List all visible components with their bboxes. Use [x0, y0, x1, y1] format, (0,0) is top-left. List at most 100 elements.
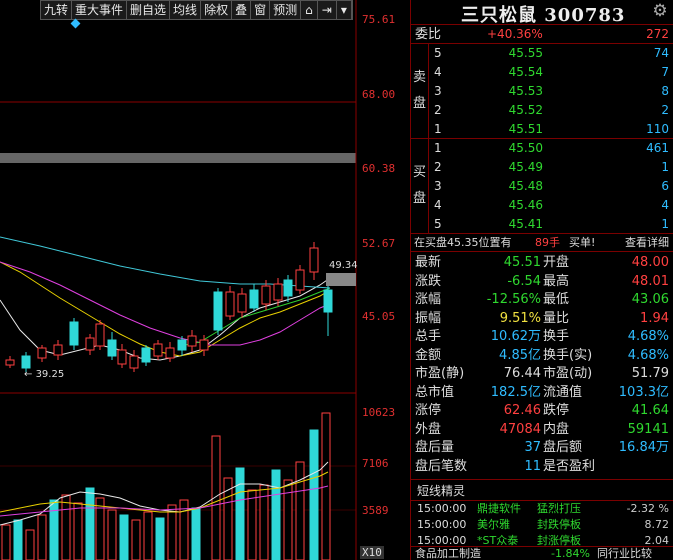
quote-key: 最新 — [415, 255, 442, 270]
pin-icon[interactable]: ⇥ — [318, 1, 337, 19]
buy-level-volume: 461 — [646, 141, 669, 155]
volume-unit-label: X10 — [360, 546, 384, 559]
volume-bar — [235, 467, 245, 560]
candle-body — [153, 343, 163, 357]
kline-chart[interactable]: 49.34 ← 39.25 九转 重大事件 删自选 均线 除权 叠 窗 预测 ⌂… — [0, 0, 410, 560]
industry-name[interactable]: 食品加工制造 — [415, 547, 481, 560]
quote-value: 76.44 — [503, 366, 541, 381]
candle-body — [295, 269, 305, 291]
alert-action: 买单! — [569, 236, 596, 249]
price-axis-label: 75.61 — [362, 13, 396, 26]
candle-body — [177, 339, 187, 351]
quote-value: 16.84万 — [618, 440, 669, 455]
kline-canvas[interactable]: 49.34 ← 39.25 — [0, 0, 410, 560]
quote-key: 流通值 — [543, 384, 583, 400]
candle-body — [261, 285, 271, 305]
sell-level-row[interactable]: 3 45.53 8 — [429, 82, 673, 101]
quote-value: 10.62万 — [490, 329, 541, 344]
stock-header: 三只松鼠 300783 ⚙ — [411, 0, 673, 27]
buy-level-row[interactable]: 5 45.41 1 — [429, 215, 673, 234]
candle-body — [21, 355, 31, 369]
elf-time: 15:00:00 — [417, 518, 467, 531]
quote-key: 振幅 — [415, 310, 442, 326]
buy-level-row[interactable]: 4 45.46 4 — [429, 196, 673, 215]
volume-axis-label: 10623 — [362, 406, 396, 419]
sell-level-row[interactable]: 4 45.54 7 — [429, 63, 673, 82]
toolbar-item-remove-watchlist[interactable]: 删自选 — [127, 1, 171, 19]
volume-bar — [61, 494, 71, 560]
quote-key: 跌停 — [543, 403, 570, 418]
sell-level-price: 45.53 — [508, 84, 543, 98]
sell-level-row[interactable]: 5 45.55 74 — [429, 44, 673, 63]
quote-value: 59141 — [627, 421, 669, 437]
toolbar-item-ex-rights[interactable]: 除权 — [201, 1, 233, 19]
lock-icon[interactable]: ⌂ — [301, 1, 318, 19]
candle-body — [249, 289, 259, 309]
candle-body — [85, 337, 95, 351]
candle-body — [53, 344, 63, 356]
quote-row: 总市值 182.5亿 流通值 103.3亿 — [411, 384, 673, 403]
toolbar-item-jiuzhuan[interactable]: 九转 — [41, 1, 73, 19]
buy-level-volume: 1 — [661, 160, 669, 174]
buy-level-row[interactable]: 3 45.48 6 — [429, 177, 673, 196]
buy-level-volume: 4 — [661, 198, 669, 212]
buy-side-label: 买盘 — [411, 139, 429, 233]
sell-level-price: 45.55 — [508, 46, 543, 60]
quote-key: 外盘 — [415, 421, 442, 437]
current-price-marker — [326, 273, 356, 286]
quote-key: 总市值 — [415, 384, 455, 400]
weibi-diff: 272 — [646, 27, 669, 41]
sell-level-price: 45.52 — [508, 103, 543, 117]
volume-bar — [25, 529, 35, 560]
candle-body — [141, 347, 151, 363]
volume-bar — [85, 487, 95, 560]
sell-level-row[interactable]: 1 45.51 110 — [429, 120, 673, 139]
stock-title[interactable]: 三只松鼠 300783 — [461, 1, 625, 27]
gear-icon[interactable]: ⚙ — [651, 2, 669, 20]
quote-row: 振幅 9.51% 量比 1.94 — [411, 310, 673, 329]
sell-level-row[interactable]: 2 45.52 2 — [429, 101, 673, 120]
volume-bar — [167, 504, 177, 560]
volume-bar — [119, 514, 129, 560]
quote-value: 47084 — [499, 421, 541, 437]
buy-level-row[interactable]: 2 45.49 1 — [429, 158, 673, 177]
quote-value: 103.3亿 — [618, 384, 669, 400]
buy-level-row[interactable]: 1 45.50 461 — [429, 139, 673, 158]
sell-level-volume: 74 — [653, 46, 669, 60]
toolbar-item-window[interactable]: 窗 — [251, 1, 271, 19]
quote-value: 182.5亿 — [490, 384, 541, 400]
toolbar-item-moving-average[interactable]: 均线 — [170, 1, 202, 19]
volume-bar — [191, 507, 201, 560]
short-term-elf-title[interactable]: 短线精灵 — [411, 479, 673, 501]
quote-key: 总手 — [415, 329, 442, 344]
price-axis-label: 60.38 — [362, 162, 396, 175]
toolbar-item-overlay[interactable]: 叠 — [232, 1, 252, 19]
elf-list-item[interactable]: 15:00:00 鼎捷软件 猛烈打压 -2.32 % — [411, 501, 673, 517]
sell-level-index: 3 — [434, 84, 442, 98]
quote-key: 是否盈利 — [543, 458, 596, 474]
sell-level-price: 45.51 — [508, 122, 543, 136]
price-axis-label: 68.00 — [362, 88, 396, 101]
view-detail-link[interactable]: 查看详细 — [625, 234, 669, 252]
quote-value: 4.68% — [627, 347, 669, 363]
toolbar-item-forecast[interactable]: 预测 — [270, 1, 302, 19]
sell-level-volume: 8 — [661, 84, 669, 98]
toolbar-item-major-events[interactable]: 重大事件 — [72, 1, 128, 19]
industry-compare-link[interactable]: 同行业比较 — [597, 547, 652, 560]
sell-level-index: 5 — [434, 46, 442, 60]
volume-bar — [1, 524, 11, 560]
quote-row: 外盘 47084 内盘 59141 — [411, 421, 673, 440]
buy-level-index: 2 — [434, 160, 442, 174]
quote-key: 涨幅 — [415, 292, 442, 307]
elf-list-item[interactable]: 15:00:00 美尔雅 封跌停板 8.72 — [411, 517, 673, 533]
quote-value: 4.85亿 — [499, 347, 541, 363]
triangle-down-icon[interactable]: ▾ — [337, 1, 352, 19]
elf-pct: -2.32 % — [626, 502, 669, 515]
low-price-marker: ← 39.25 — [24, 369, 64, 380]
industry-change: -1.84% — [551, 547, 590, 560]
volume-bar — [155, 517, 165, 560]
volume-bar — [37, 514, 47, 560]
weibi-row: 委比 +40.36% 272 — [411, 25, 673, 44]
quote-key: 涨跌 — [415, 273, 442, 289]
sell-side-label: 卖盘 — [411, 44, 429, 138]
